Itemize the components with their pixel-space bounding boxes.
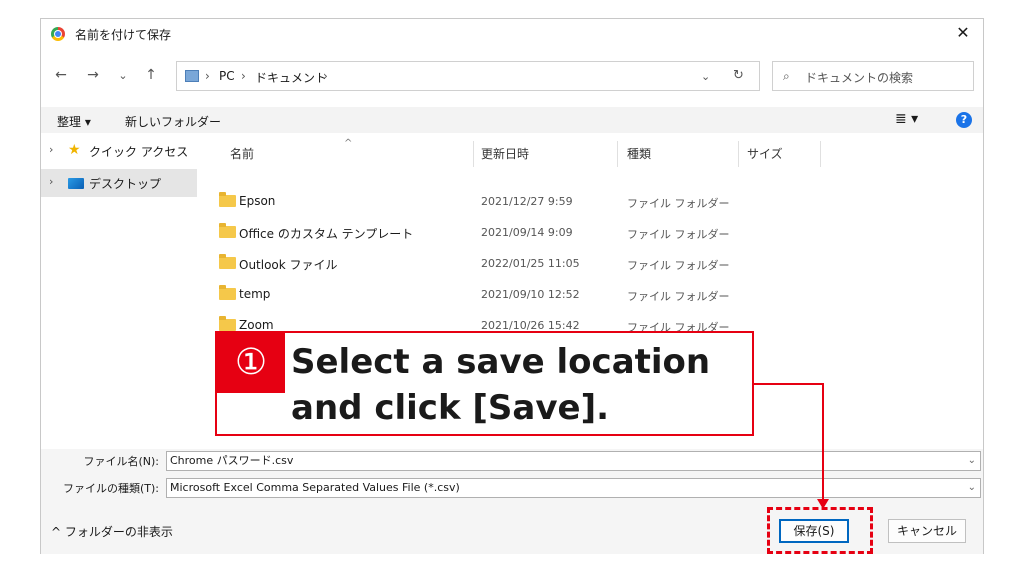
save-button-highlight [767, 507, 873, 554]
breadcrumb-pc[interactable]: PC [219, 69, 235, 83]
command-toolbar: 整理 ▾ 新しいフォルダー ≣ ▾ ? [41, 107, 983, 133]
sidebar-item-quick-access[interactable]: › ★ クイック アクセス [41, 137, 197, 165]
column-divider[interactable] [820, 141, 821, 167]
file-date: 2021/09/10 12:52 [481, 288, 580, 301]
filename-input[interactable]: Chrome パスワード.csv ⌄ [166, 451, 981, 471]
filetype-select[interactable]: Microsoft Excel Comma Separated Values F… [166, 478, 981, 498]
callout-arrow-vertical [822, 383, 824, 501]
filename-label: ファイル名(N): [83, 455, 159, 468]
sort-caret-icon: ^ [344, 138, 353, 149]
expand-arrow-icon[interactable]: › [49, 175, 53, 188]
column-header-name[interactable]: 名前 [230, 145, 254, 162]
file-row-office-templates[interactable]: Office のカスタム テンプレート 2021/09/14 9:09 ファイル… [211, 219, 771, 247]
folder-icon [219, 192, 236, 207]
breadcrumb-documents[interactable]: ドキュメント [255, 69, 327, 86]
file-name: Zoom [239, 318, 274, 332]
star-icon: ★ [68, 142, 81, 158]
file-date: 2022/01/25 11:05 [481, 257, 580, 270]
column-divider[interactable] [473, 141, 474, 167]
forward-button[interactable]: → [83, 67, 103, 83]
new-folder-button[interactable]: 新しいフォルダー [125, 113, 221, 130]
navigation-bar: ← → ⌄ ↑ › PC › ドキュメント › ⌄ ↻ ⌕ ドキュメントの検索 [41, 59, 983, 93]
file-row-temp[interactable]: temp 2021/09/10 12:52 ファイル フォルダー [211, 281, 771, 309]
column-divider[interactable] [738, 141, 739, 167]
refresh-button[interactable]: ↻ [733, 68, 744, 83]
instruction-callout: ① Select a save location and click [Save… [215, 331, 754, 436]
save-dialog: 名前を付けて保存 ✕ ← → ⌄ ↑ › PC › ドキュメント › ⌄ ↻ ⌕… [40, 18, 984, 554]
hide-folders-button[interactable]: ^ フォルダーの非表示 [51, 523, 173, 540]
navigation-pane: › ★ クイック アクセス › デスクトップ [41, 137, 197, 439]
chrome-icon [51, 27, 65, 41]
desktop-icon [68, 178, 84, 189]
file-name: Office のカスタム テンプレート [239, 227, 414, 241]
file-date: 2021/09/14 9:09 [481, 226, 573, 239]
column-header-type[interactable]: 種類 [627, 145, 651, 162]
file-type: ファイル フォルダー [627, 228, 730, 241]
sidebar-item-label: クイック アクセス [89, 145, 189, 159]
filetype-label: ファイルの種類(T): [62, 482, 159, 495]
search-icon: ⌕ [783, 69, 790, 83]
chevron-down-icon[interactable]: ⌄ [968, 479, 976, 497]
file-name: temp [239, 287, 271, 301]
column-header-date[interactable]: 更新日時 [481, 145, 529, 162]
recent-locations-button[interactable]: ⌄ [113, 69, 133, 82]
file-date: 2021/12/27 9:59 [481, 195, 573, 208]
file-row-outlook[interactable]: Outlook ファイル 2022/01/25 11:05 ファイル フォルダー [211, 250, 771, 278]
file-name: Epson [239, 194, 276, 208]
sidebar-item-label: デスクトップ [89, 177, 162, 191]
breadcrumb-sep-3: › [323, 69, 328, 83]
organize-button[interactable]: 整理 ▾ [57, 113, 91, 130]
instruction-line-1: Select a save location [291, 342, 711, 382]
help-icon[interactable]: ? [956, 112, 972, 128]
file-type: ファイル フォルダー [627, 290, 730, 303]
search-box[interactable]: ⌕ ドキュメントの検索 [772, 61, 974, 91]
breadcrumb-sep-1: › [205, 69, 210, 83]
view-options-icon[interactable]: ≣ ▾ [895, 111, 918, 127]
column-header-size[interactable]: サイズ [747, 145, 783, 162]
close-button[interactable]: ✕ [951, 23, 975, 42]
up-button[interactable]: ↑ [141, 67, 161, 83]
folder-icon [219, 316, 236, 331]
column-divider[interactable] [617, 141, 618, 167]
address-dropdown-button[interactable]: ⌄ [701, 70, 710, 83]
file-name: Outlook ファイル [239, 258, 338, 272]
file-type: ファイル フォルダー [627, 197, 730, 210]
callout-arrow-horizontal [752, 383, 824, 385]
instruction-text: Select a save location and click [Save]. [291, 339, 746, 431]
save-form: ファイル名(N): Chrome パスワード.csv ⌄ ファイルの種類(T):… [41, 449, 983, 509]
sidebar-item-desktop[interactable]: › デスクトップ [41, 169, 197, 197]
file-row-epson[interactable]: Epson 2021/12/27 9:59 ファイル フォルダー [211, 188, 771, 216]
title-bar: 名前を付けて保存 ✕ [41, 19, 983, 49]
step-number-badge: ① [217, 333, 285, 393]
address-bar[interactable]: › PC › ドキュメント › ⌄ ↻ [176, 61, 760, 91]
cancel-button[interactable]: キャンセル [888, 519, 966, 543]
file-type: ファイル フォルダー [627, 259, 730, 272]
breadcrumb-sep-2: › [241, 69, 246, 83]
window-title: 名前を付けて保存 [75, 28, 172, 42]
folder-icon [219, 254, 236, 269]
folder-icon [185, 70, 199, 82]
folder-icon [219, 223, 236, 238]
back-button[interactable]: ← [51, 67, 71, 83]
folder-icon [219, 285, 236, 300]
search-placeholder: ドキュメントの検索 [805, 71, 914, 85]
chevron-down-icon[interactable]: ⌄ [968, 452, 976, 470]
filename-value: Chrome パスワード.csv [170, 454, 294, 467]
filetype-value: Microsoft Excel Comma Separated Values F… [170, 481, 460, 494]
expand-arrow-icon[interactable]: › [49, 143, 53, 156]
instruction-line-2: and click [Save]. [291, 388, 610, 428]
